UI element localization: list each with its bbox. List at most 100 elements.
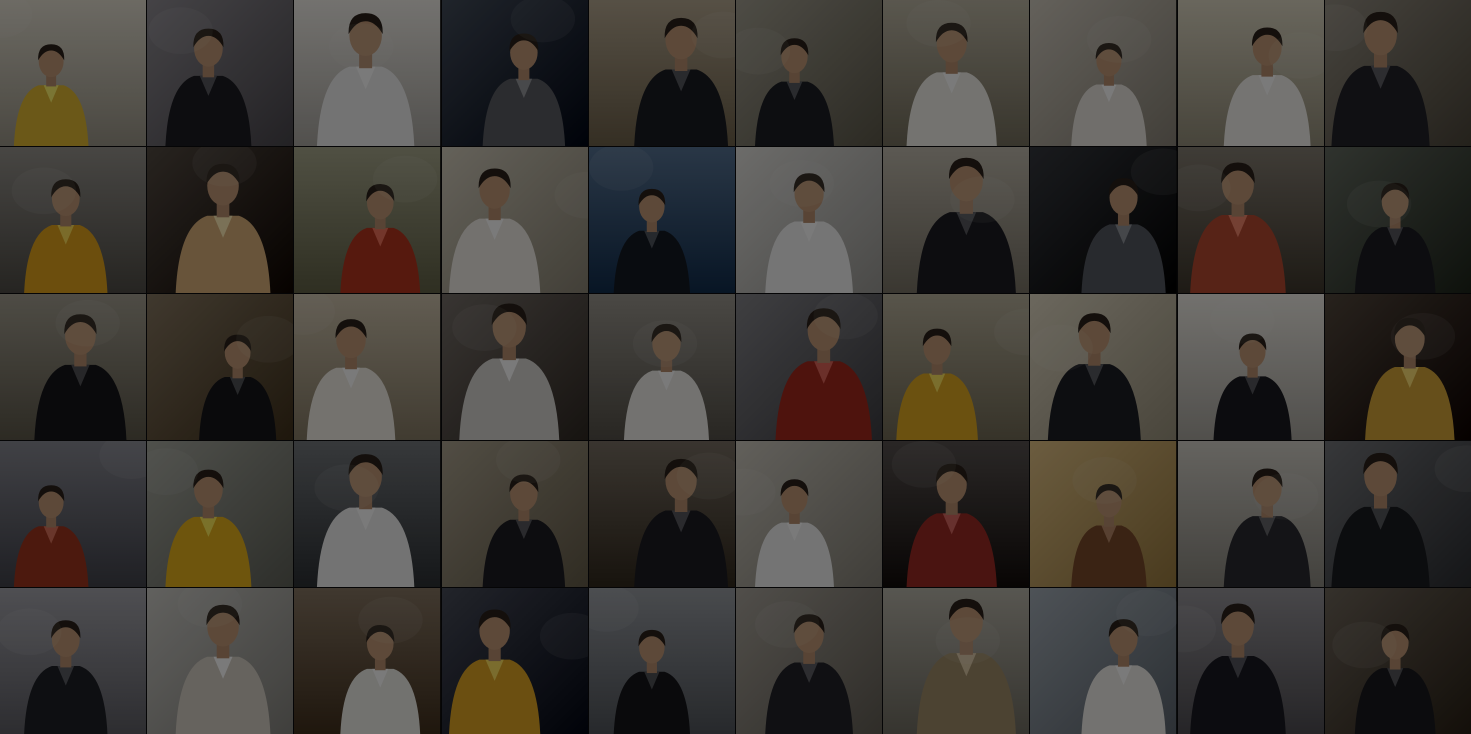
- light-highlight: [769, 160, 834, 207]
- photo-tile-man-with-laptop: [735, 0, 883, 146]
- photo-tile-farmer-tractor: [294, 147, 441, 293]
- light-highlight: [906, 0, 971, 47]
- photo-two-women-laptop: [1324, 0, 1471, 146]
- photo-tile-businessman-walking-city: [588, 588, 735, 734]
- photo-tile-elderly-man-laptop: [735, 588, 883, 734]
- light-highlight: [329, 23, 394, 71]
- photo-waiter-bow-tie: [147, 294, 294, 440]
- light-highlight: [55, 299, 120, 347]
- photo-elderly-man-laptop: [735, 588, 883, 734]
- photo-mechanic-tire: [0, 441, 147, 587]
- photo-tile-businessman-pointing: [588, 294, 735, 440]
- photo-businesswoman-smiling: [147, 0, 294, 146]
- photo-runner-on-track: [735, 294, 883, 440]
- photo-tile-pharmacist-woman: [735, 441, 883, 587]
- light-highlight: [1346, 180, 1412, 228]
- photo-man-sitting-mountain: [1030, 588, 1177, 734]
- photo-bartender-bottles: [883, 441, 1030, 587]
- light-highlight: [373, 155, 438, 203]
- light-highlight: [1253, 473, 1318, 520]
- photo-tile-businessman-holding-money: [588, 0, 735, 146]
- photo-scientist-microscope: [294, 0, 441, 146]
- photo-tile-pilot-helmet: [441, 0, 588, 146]
- light-highlight: [632, 320, 697, 367]
- photo-tile-welder-workshop: [1324, 588, 1471, 734]
- photo-tile-chef-arms-crossed: [883, 0, 1030, 146]
- photo-tile-saxophone-player: [1324, 294, 1471, 440]
- photo-firefighter: [1324, 441, 1471, 587]
- light-highlight: [935, 617, 1001, 664]
- photo-businessman-pointing: [588, 294, 735, 440]
- photo-tile-woman-on-phone: [1030, 0, 1177, 146]
- photo-tile-woman-serving-food: [147, 147, 294, 293]
- light-highlight: [1072, 457, 1138, 504]
- photo-tile-firefighter: [1324, 441, 1471, 587]
- photo-welder-workshop: [1324, 588, 1471, 734]
- photo-tile-man-sitting-mountain: [1030, 588, 1177, 734]
- photo-tile-man-raising-finger: [147, 588, 294, 734]
- photo-tile-bartender-bottles: [883, 441, 1030, 587]
- light-highlight: [148, 7, 213, 55]
- light-highlight: [1332, 621, 1397, 669]
- photo-forklift-driver: [147, 441, 294, 587]
- photo-tile-driver-in-car: [1030, 147, 1177, 293]
- photo-tile-woman-laboratory-shelf: [294, 588, 441, 734]
- photo-tile-scientist-microscope: [294, 0, 441, 146]
- photo-tile-soccer-player-kicking: [0, 0, 147, 146]
- photo-tile-african-businessman: [1177, 294, 1324, 440]
- photo-tile-businesswoman-with-tablet: [0, 294, 147, 440]
- light-highlight: [1030, 324, 1094, 372]
- light-highlight: [1209, 296, 1275, 344]
- light-highlight: [891, 441, 957, 488]
- photo-tile-waiter-bow-tie: [147, 294, 294, 440]
- photo-tile-businesswoman-with-case: [588, 441, 735, 587]
- photo-farmer-field: [1030, 441, 1177, 587]
- photo-tile-worker-yellow-hard-hat: [441, 588, 588, 734]
- photo-businesswoman-with-case: [588, 441, 735, 587]
- photo-businessman-walking-city: [588, 588, 735, 734]
- photo-worker-yellow-helmet: [883, 294, 1030, 440]
- photo-tile-businessman-writing: [1177, 588, 1324, 734]
- photo-tile-woman-headset-laptop: [1177, 0, 1324, 146]
- light-highlight: [950, 176, 1015, 223]
- photo-driver-in-car: [1030, 147, 1177, 293]
- photo-woman-blonde-smiling: [441, 147, 588, 293]
- photo-woman-serving-food: [147, 147, 294, 293]
- photo-tile-engineer-hard-hat: [0, 147, 147, 293]
- photo-african-businessman: [1177, 294, 1324, 440]
- photo-tile-man-umbrella: [883, 588, 1030, 734]
- photo-tile-businessman-standing-blue: [588, 147, 735, 293]
- photo-man-raising-finger: [147, 588, 294, 734]
- photo-chef-arms-crossed: [883, 0, 1030, 146]
- photo-tile-two-women-laptop: [1324, 0, 1471, 146]
- photo-tile-runner-on-track: [735, 294, 883, 440]
- photo-tile-farmer-field: [1030, 441, 1177, 587]
- photo-worker-rubble: [1177, 147, 1324, 293]
- photo-tile-man-sanding-wood: [441, 294, 588, 440]
- photo-woman-curly-hair-folder: [294, 294, 441, 440]
- photo-man-with-laptop: [735, 0, 883, 146]
- photo-businessman-on-phone: [1030, 294, 1177, 440]
- photo-teacher-blackboard: [1324, 147, 1471, 293]
- light-highlight: [314, 464, 380, 512]
- photo-woman-headset-laptop: [1177, 0, 1324, 146]
- photo-man-white-shirt-building: [294, 441, 441, 587]
- light-highlight: [754, 601, 820, 648]
- photo-old-man-suit: [1177, 441, 1324, 587]
- light-highlight: [11, 167, 77, 215]
- photo-senior-man-glasses: [0, 588, 147, 734]
- photo-businesswoman-with-tablet: [0, 294, 147, 440]
- photo-tile-businessman-and-woman: [883, 147, 1030, 293]
- light-highlight: [1087, 16, 1152, 63]
- photo-tile-woman-blonde-smiling: [441, 147, 588, 293]
- photo-tile-old-man-suit: [1177, 441, 1324, 587]
- photo-woman-laboratory-shelf: [294, 588, 441, 734]
- photo-farmer-tractor: [294, 147, 441, 293]
- photo-businessman-holding-money: [588, 0, 735, 146]
- photo-pilot-helmet: [441, 0, 588, 146]
- photo-worker-yellow-hard-hat: [441, 588, 588, 734]
- photo-tile-forklift-driver: [147, 441, 294, 587]
- photo-tile-businessman-on-phone: [1030, 294, 1177, 440]
- photo-mosaic: [0, 0, 1471, 734]
- photo-businessman-standing-blue: [588, 147, 735, 293]
